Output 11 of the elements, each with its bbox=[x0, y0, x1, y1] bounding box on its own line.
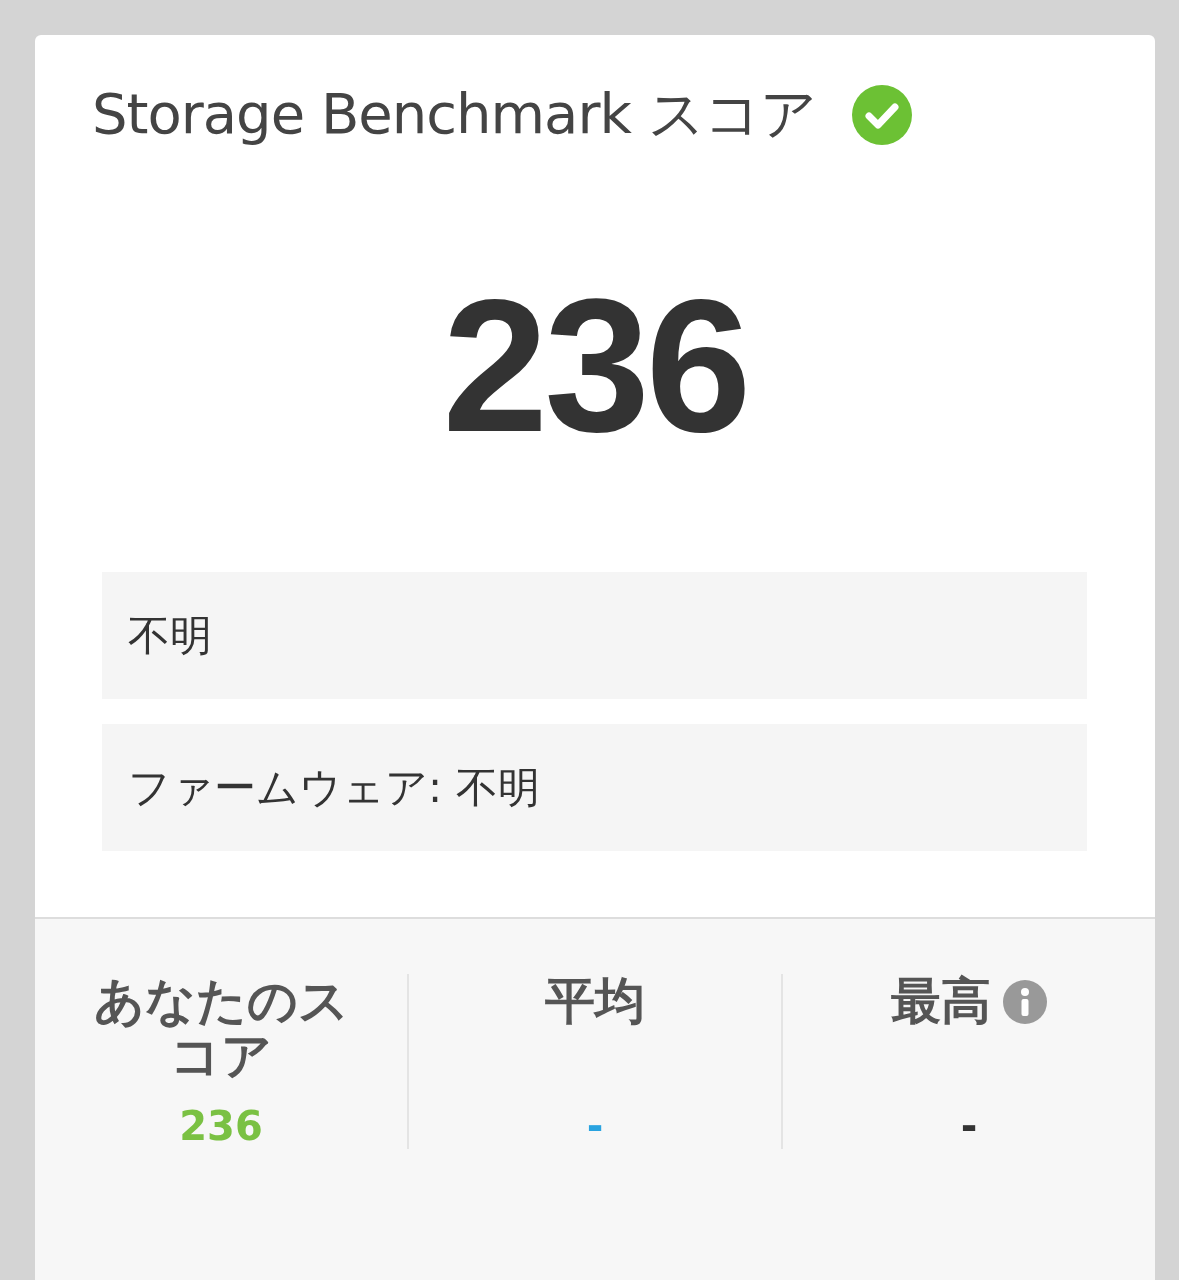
stat-label: あなたのスコア bbox=[92, 974, 350, 1084]
stat-value: 236 bbox=[179, 1103, 263, 1149]
info-icon[interactable] bbox=[1003, 979, 1047, 1024]
stat-value: - bbox=[960, 1103, 978, 1149]
stat-label: 平均 bbox=[545, 974, 645, 1029]
stat-value: - bbox=[586, 1103, 604, 1149]
info-text: ファームウェア: 不明 bbox=[128, 761, 540, 814]
card-title: Storage Benchmark スコア bbox=[92, 80, 816, 148]
score-value: 236 bbox=[441, 270, 749, 460]
info-text: 不明 bbox=[128, 609, 212, 662]
stat-label: 最高 bbox=[891, 974, 991, 1029]
